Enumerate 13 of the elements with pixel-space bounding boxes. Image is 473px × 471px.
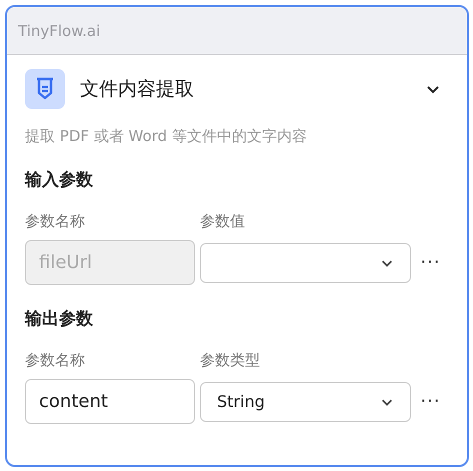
- column-label: 参数值: [200, 212, 246, 231]
- column-label: 参数类型: [200, 351, 261, 370]
- column-label: 参数名称: [25, 212, 86, 231]
- name-field[interactable]: content: [25, 379, 195, 424]
- section-heading: 输入参数: [25, 169, 94, 191]
- section-heading: 输出参数: [25, 308, 94, 330]
- more-button[interactable]: ···: [420, 391, 441, 412]
- node-description: 提取 PDF 或者 Word 等文件中的文字内容: [25, 127, 308, 146]
- node-title: 文件内容提取: [80, 77, 195, 102]
- column-label: 参数名称: [25, 351, 86, 370]
- document-icon: [25, 69, 65, 109]
- value-dropdown[interactable]: String: [200, 382, 411, 422]
- window-title: TinyFlow.ai: [18, 22, 100, 40]
